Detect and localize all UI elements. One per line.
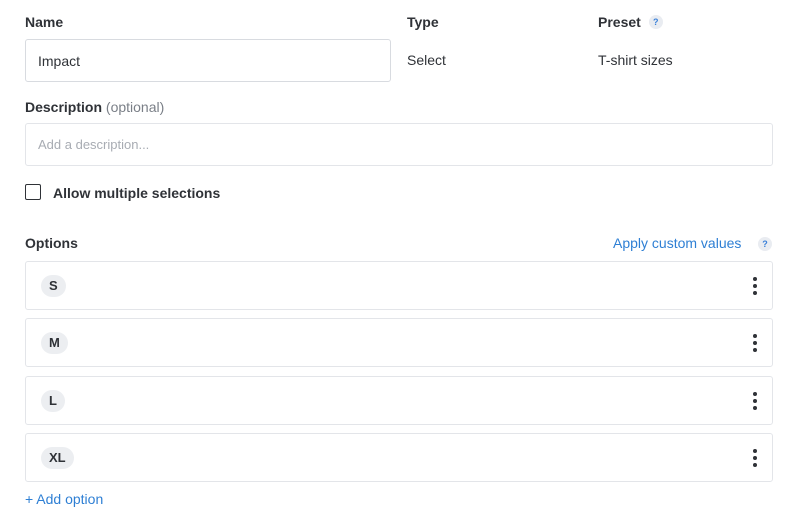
more-options-icon[interactable]: [750, 449, 760, 467]
description-label-text: Description: [25, 99, 103, 115]
option-pill: XL: [41, 447, 74, 469]
preset-label-text: Preset: [598, 14, 641, 30]
name-label: Name: [25, 14, 64, 30]
type-value: Select: [407, 52, 446, 68]
option-row[interactable]: S: [25, 261, 773, 310]
multiple-selections-label[interactable]: Allow multiple selections: [53, 185, 220, 201]
more-options-icon[interactable]: [750, 277, 760, 295]
description-optional-hint: (optional): [105, 99, 165, 115]
option-pill: L: [41, 390, 65, 412]
option-row[interactable]: M: [25, 318, 773, 367]
more-options-icon[interactable]: [750, 392, 760, 410]
option-row[interactable]: L: [25, 376, 773, 425]
more-options-icon[interactable]: [750, 334, 760, 352]
apply-custom-values-link[interactable]: Apply custom values: [613, 235, 741, 251]
description-input[interactable]: [25, 123, 773, 166]
preset-value: T-shirt sizes: [598, 52, 673, 68]
preset-label: Preset ?: [598, 14, 663, 30]
option-pill: M: [41, 332, 68, 354]
type-label: Type: [407, 14, 439, 30]
option-row[interactable]: XL: [25, 433, 773, 482]
multiple-selections-checkbox[interactable]: [25, 184, 41, 200]
option-pill: S: [41, 275, 66, 297]
add-option-link[interactable]: + Add option: [25, 491, 103, 507]
name-input[interactable]: [25, 39, 391, 82]
description-label: Description (optional): [25, 99, 164, 115]
apply-custom-help-icon[interactable]: ?: [758, 237, 772, 251]
options-label: Options: [25, 235, 78, 251]
preset-help-icon[interactable]: ?: [648, 15, 663, 29]
